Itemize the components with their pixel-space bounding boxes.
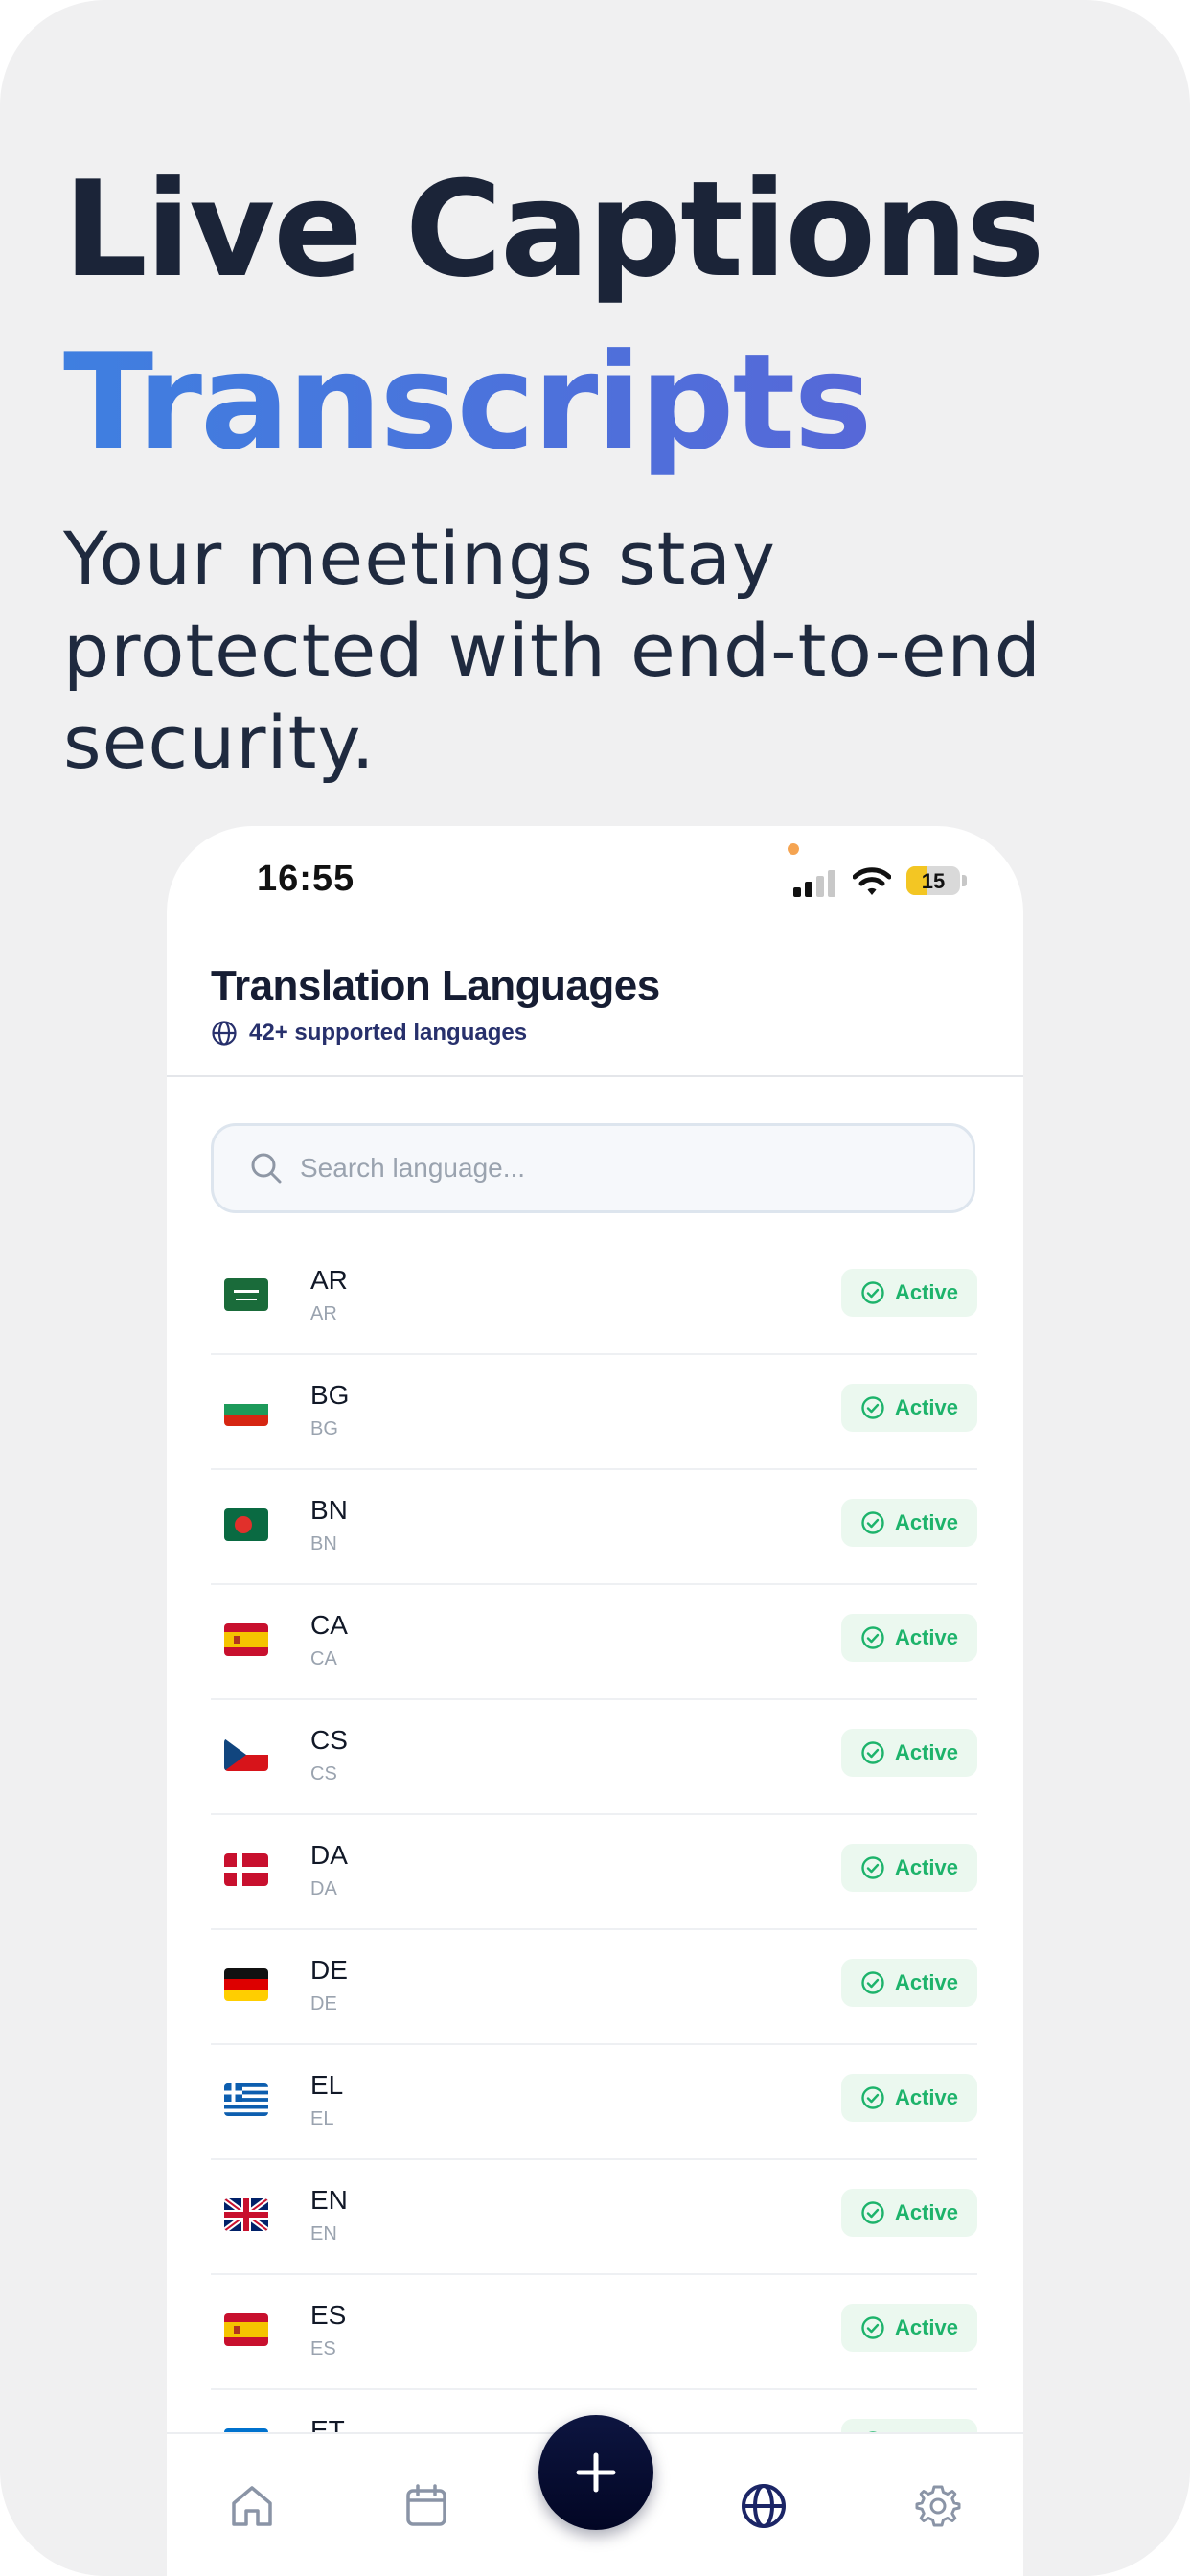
denmark-flag [224,1853,268,1886]
language-row[interactable]: BG BG Active [211,1355,977,1470]
greece-flag [224,2083,268,2116]
language-list: AR AR Active BG BG Active BN BN Active CA CA Active… [211,1240,977,2505]
cellular-signal-icon [793,868,837,897]
hero-subtitle: Your meetings stay protected with end-to… [63,516,1041,785]
language-code-secondary: EN [310,2223,337,2244]
language-code: CA [310,1610,348,1640]
spain-flag [224,2313,268,2346]
search-icon [251,1153,282,1184]
status-label: Active [894,2085,959,2109]
language-code-secondary: DA [310,1878,337,1899]
check-circle-icon [861,1511,884,1534]
status-label: Active [894,1740,959,1764]
hero-title-accent: Transcripts [63,316,1042,489]
language-row[interactable]: CS CS Active [211,1700,977,1815]
language-code: ES [310,2300,347,2330]
saudi-arabia-flag [224,1278,268,1311]
calendar-icon[interactable] [402,2482,450,2530]
language-code: BG [310,1380,350,1410]
language-code: BN [310,1495,348,1525]
check-circle-icon [861,2086,884,2109]
language-row[interactable]: EN EN Active [211,2160,977,2275]
status-label: Active [894,1855,959,1879]
czechia-flag [224,1738,268,1771]
active-status-badge[interactable]: Active [841,1959,977,2007]
active-status-badge[interactable]: Active [841,2074,977,2122]
add-button[interactable] [538,2415,653,2530]
language-code: EL [310,2070,344,2100]
active-status-badge[interactable]: Active [841,2189,977,2237]
status-bar: 16:55 15 [167,826,1023,932]
active-status-badge[interactable]: Active [841,1499,977,1547]
screen-title: Translation Languages [211,962,660,1009]
active-status-badge[interactable]: Active [841,1614,977,1662]
battery-cap [962,875,967,886]
active-status-badge[interactable]: Active [841,1729,977,1777]
home-icon[interactable] [228,2482,276,2530]
status-label: Active [894,2200,959,2224]
battery-level: 15 [921,869,946,893]
battery-icon: 15 [906,866,960,895]
language-code: CS [310,1725,348,1755]
status-label: Active [894,1510,959,1534]
language-row[interactable]: AR AR Active [211,1240,977,1355]
camera-indicator-dot [788,843,799,855]
active-status-badge[interactable]: Active [841,1384,977,1432]
language-code-secondary: EL [310,2108,334,2129]
status-time: 16:55 [257,859,355,899]
language-code: EN [310,2185,348,2215]
phone-screen: 16:55 15 Translation Languages 42+ suppo… [167,826,1023,2576]
language-code-secondary: BG [310,1418,338,1439]
check-circle-icon [861,1971,884,1994]
language-row[interactable]: BN BN Active [211,1470,977,1585]
status-label: Active [894,1625,959,1649]
check-circle-icon [861,1856,884,1879]
status-label: Active [894,1395,959,1419]
globe-icon[interactable] [740,2482,788,2530]
active-status-badge[interactable]: Active [841,1844,977,1892]
uk-flag [224,2198,268,2231]
hero-title: Live Captions Transcripts [63,144,1044,489]
status-label: Active [894,2315,959,2339]
bangladesh-flag [224,1508,268,1541]
language-row[interactable]: ES ES Active [211,2275,977,2390]
spain-flag [224,1623,268,1656]
check-circle-icon [861,1396,884,1419]
language-code: DA [310,1840,348,1870]
check-circle-icon [861,1741,884,1764]
language-code-secondary: BN [310,1533,337,1554]
check-circle-icon [861,1626,884,1649]
germany-flag [224,1968,268,2001]
hero-title-line1: Live Captions [63,152,1044,307]
status-label: Active [894,1280,959,1304]
language-code: AR [310,1265,348,1295]
language-code-secondary: DE [310,1993,337,2014]
plus-icon [576,2452,616,2493]
check-circle-icon [861,2201,884,2224]
check-circle-icon [861,1281,884,1304]
language-row[interactable]: EL EL Active [211,2045,977,2160]
search-bar[interactable]: Search language... [211,1123,975,1213]
status-label: Active [894,1970,959,1994]
search-input[interactable]: Search language... [300,1153,525,1184]
language-code-secondary: AR [310,1303,337,1324]
language-row[interactable]: DE DE Active [211,1930,977,2045]
promo-canvas: Live Captions Transcripts Your meetings … [0,0,1190,2576]
active-status-badge[interactable]: Active [841,2304,977,2352]
bulgaria-flag [224,1393,268,1426]
wifi-icon [853,867,891,895]
active-status-badge[interactable]: Active [841,1269,977,1317]
language-code-secondary: CA [310,1648,337,1669]
supported-languages: 42+ supported languages [211,1020,527,1046]
check-circle-icon [861,2316,884,2339]
header-divider [167,1075,1023,1077]
language-code-secondary: CS [310,1763,337,1784]
language-code: DE [310,1955,348,1985]
globe-small-icon [212,1021,237,1046]
language-row[interactable]: DA DA Active [211,1815,977,1930]
language-code-secondary: ES [310,2338,336,2359]
language-row[interactable]: CA CA Active [211,1585,977,1700]
settings-gear-icon[interactable] [914,2482,962,2530]
supported-count: 42+ supported languages [249,1020,528,1046]
